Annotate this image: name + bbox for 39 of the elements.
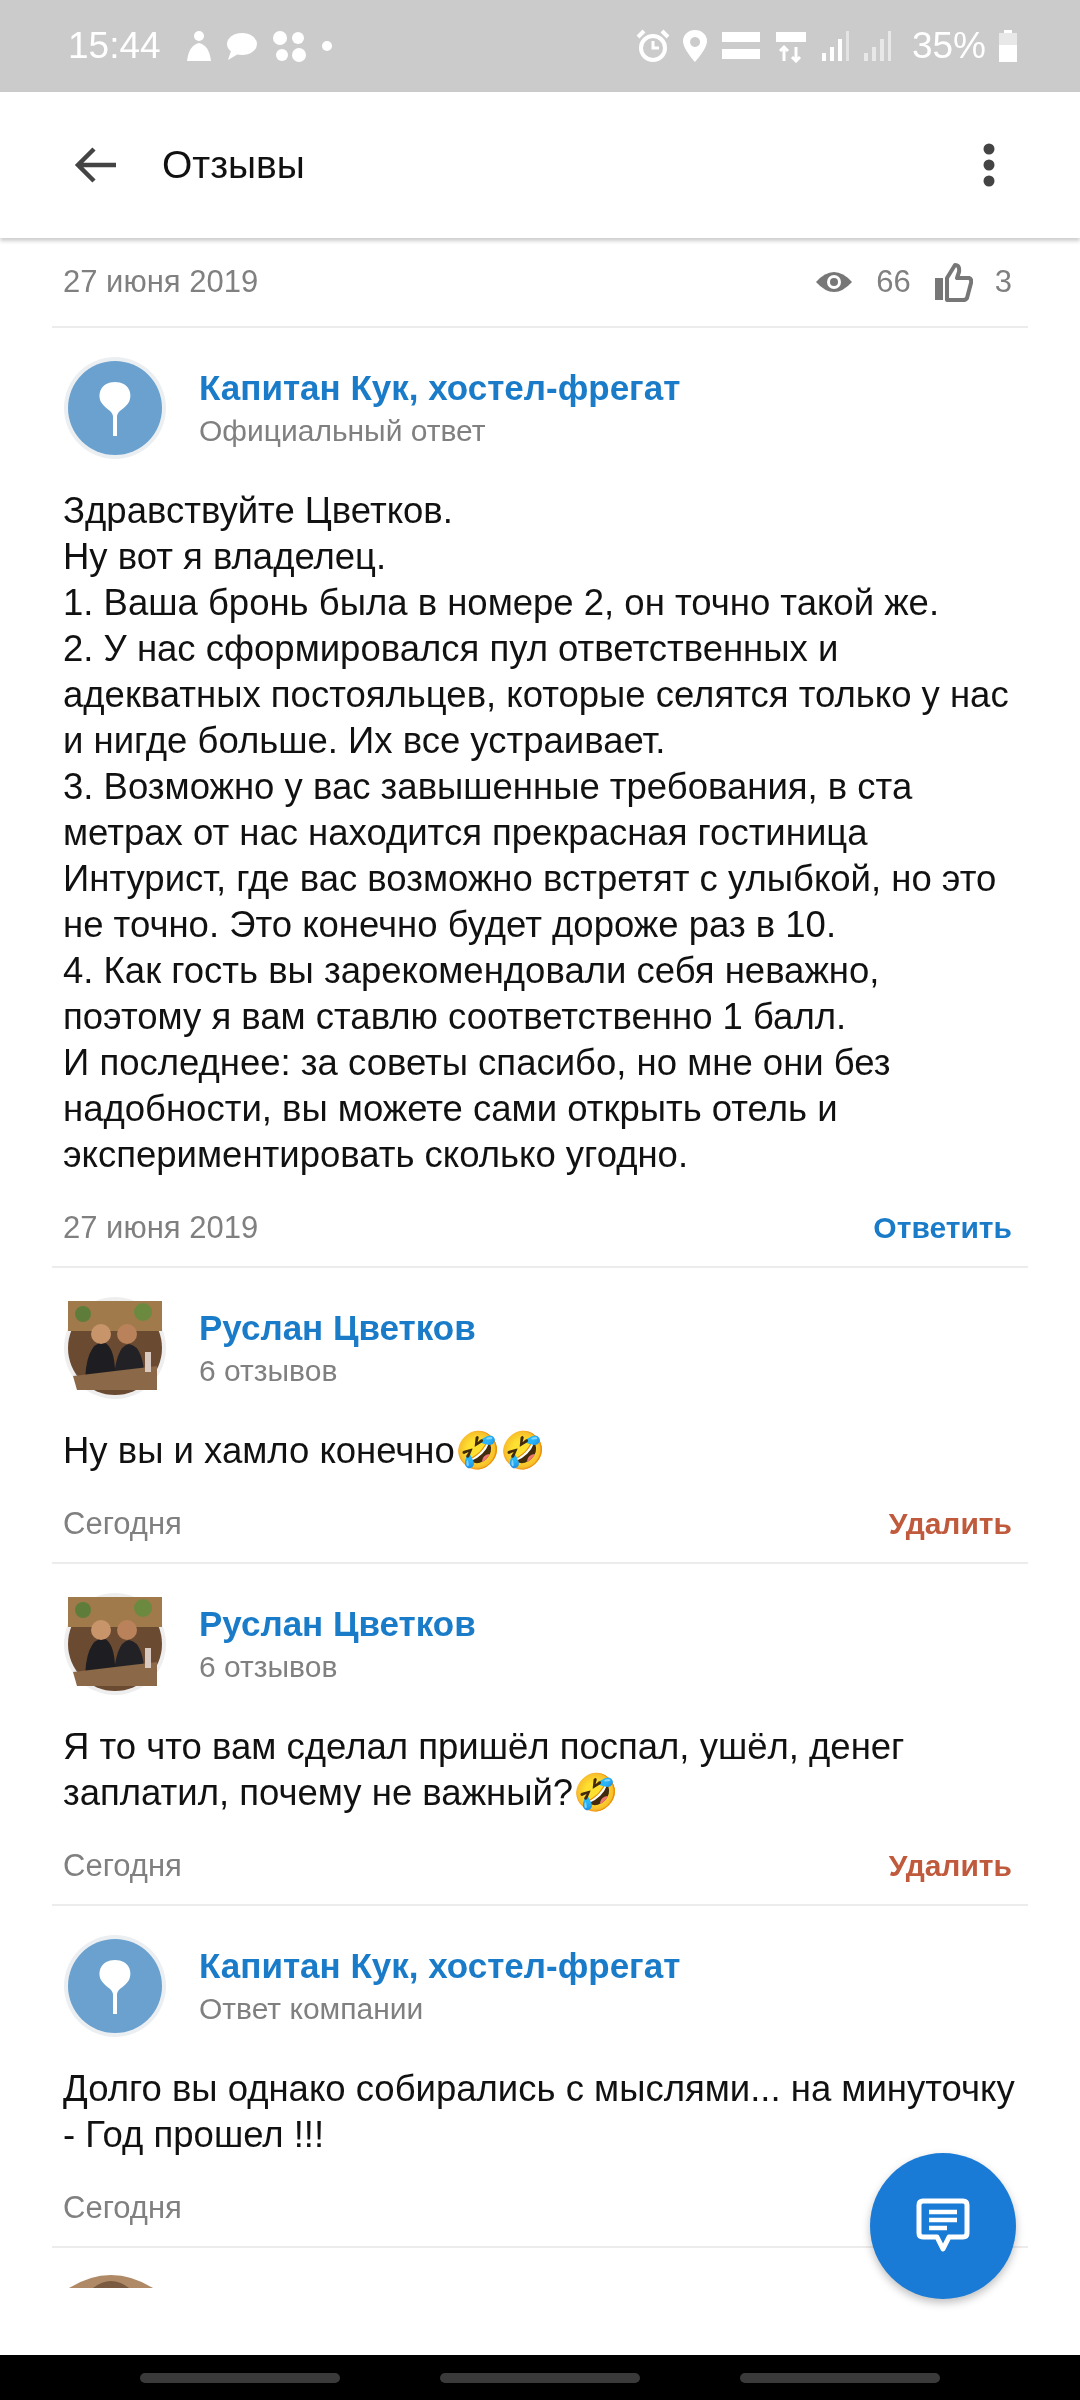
delete-link[interactable]: Удалить (888, 1507, 1012, 1541)
comment-text: Я то что вам сделал пришёл поспал, ушёл, денег заплатил, почему не важный?🤣 (63, 1725, 906, 1815)
dot-icon (320, 40, 333, 52)
delete-link[interactable]: Удалить (888, 1849, 1012, 1883)
comment-text: Ну вы и хамло конечно🤣🤣 (63, 1429, 546, 1473)
chat-icon (224, 31, 259, 61)
author-subtitle: Ответ компании (199, 1992, 425, 2026)
reply-link[interactable]: Ответить (873, 1211, 1012, 1245)
hostel-logo-icon (63, 1934, 167, 2038)
review-date: 27 июня 2019 (63, 264, 259, 300)
view-count: 66 (876, 264, 911, 300)
like-count: 3 (994, 264, 1012, 300)
more-icon (982, 143, 996, 187)
comment-date: Сегодня (63, 2190, 182, 2226)
author-subtitle: Официальный ответ (199, 414, 487, 448)
author-subtitle: 6 отзывов (199, 1650, 339, 1684)
comment-button[interactable] (870, 2153, 1016, 2299)
comment-text: Долго вы однако собирались с мыслями... на минуточку - Год прошел !!! (63, 2067, 1016, 2157)
thumbs-up-icon (932, 262, 973, 302)
location-icon (681, 29, 708, 63)
author-link[interactable]: Капитан Кук, хостел-фрегат (199, 1946, 681, 1986)
author-link[interactable]: Руслан Цветков (199, 1308, 476, 1348)
author-subtitle: 6 отзывов (199, 1354, 339, 1388)
dots-icon (270, 29, 309, 63)
comment-date: Сегодня (63, 1848, 182, 1884)
back-arrow-icon (74, 145, 118, 185)
comment-date: Сегодня (63, 1506, 182, 1542)
hostel-logo-icon (63, 356, 167, 460)
author-link[interactable]: Руслан Цветков (199, 1604, 476, 1644)
signal-icon (819, 29, 850, 63)
battery-icon (998, 29, 1018, 63)
alarm-icon (635, 29, 670, 63)
comment-text: Здравствуйте Цветков. Ну вот я владелец. 1. Ваша бронь была в номере 2, он точно такой же. 2. У нас сформировался пул ответственных и адекватных постояльцев, которые селятся только у нас и нигде больше. Их все устраивает. 3. Возможно у вас завышенные требования, в ста метрах от нас находится прекрасная гостиница Интурист, где вас возможно встретят с улыбкой, но это не точно. Это конечно будет дороже раз в 10. 4. Как гость вы зарекомендовали себя неважно, поэтому я вам ставлю соответственно 1 балл. И последнее: за советы спасибо, но мне они без надобности, вы можете сами открыть отель и экспериментировать сколько угодно. (63, 489, 1010, 1177)
network-icon (773, 29, 808, 63)
signal-icon (861, 29, 892, 63)
screen-title: Отзывы (162, 143, 306, 187)
comment-date: 27 июня 2019 (63, 1210, 259, 1246)
comment-icon (915, 2197, 971, 2255)
author-link[interactable]: Капитан Кук, хостел-фрегат (199, 368, 681, 408)
